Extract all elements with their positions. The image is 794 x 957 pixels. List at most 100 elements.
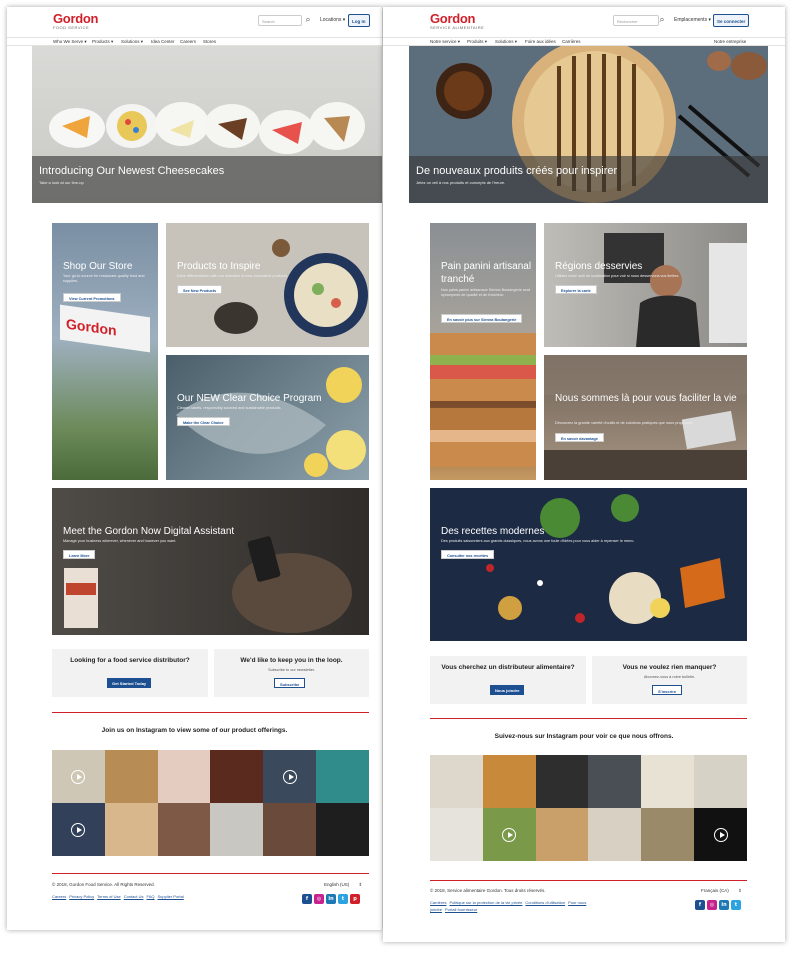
instagram-photo[interactable] (52, 750, 105, 803)
language-select[interactable]: English (US) ⇕ (324, 882, 362, 888)
instagram-photo[interactable] (210, 750, 264, 803)
view-promotions-button[interactable]: View Current Promotions (63, 293, 121, 302)
tile-text: Your go-to source for restaurant-quality… (63, 274, 145, 283)
tile-products-to-inspire[interactable]: Products to Inspire Drive differentiatio… (166, 223, 369, 347)
twitter-icon[interactable]: t (338, 894, 348, 904)
nav-produits[interactable]: Produits ▾ (467, 39, 487, 45)
tile-recettes-modernes[interactable]: Des recettes modernes Des produits saiso… (430, 488, 747, 641)
instagram-photo[interactable] (104, 803, 158, 856)
facebook-icon[interactable]: f (302, 894, 312, 904)
instagram-heading: Suivez-nous sur Instagram pour voir ce q… (494, 733, 674, 740)
pinterest-icon[interactable]: p (350, 894, 360, 904)
consulter-recettes-button[interactable]: Consulter nos recettes (441, 550, 495, 559)
learn-more-button[interactable]: Learn More (63, 550, 96, 559)
tile-text: Découvrez la grande variété d'outils et … (555, 421, 694, 425)
subscribe-button[interactable]: Subscribe (274, 678, 306, 688)
search-icon[interactable]: ⌕ (657, 15, 667, 26)
tile-clear-choice[interactable]: Our NEW Clear Choice Program Cleaner lab… (166, 355, 369, 480)
login-button[interactable]: Se connecter (713, 14, 750, 27)
hero-banner[interactable]: De nouveaux produits créés pour inspirer… (409, 46, 768, 203)
search-icon[interactable]: ⌕ (303, 15, 313, 26)
nav-stores[interactable]: Stores (203, 39, 216, 44)
instagram-photo[interactable] (535, 755, 589, 808)
instagram-icon[interactable]: ◎ (707, 900, 717, 910)
footer-link[interactable]: Portail fournisseur (445, 907, 477, 912)
nav-products[interactable]: Products ▾ (92, 39, 113, 45)
linkedin-icon[interactable]: in (719, 900, 729, 910)
instagram-photo[interactable] (588, 808, 642, 861)
footer-link[interactable]: Politique sur la protection de la vie pr… (449, 900, 522, 905)
instagram-photo[interactable] (694, 808, 747, 861)
instagram-photo[interactable] (641, 808, 695, 861)
instagram-photo[interactable] (482, 808, 536, 861)
hero-subtitle[interactable]: Take a look at our line-up (39, 180, 84, 185)
instagram-photo[interactable] (641, 755, 695, 808)
footer-link[interactable]: Terms of Use (97, 894, 121, 899)
see-new-products-button[interactable]: See New Products (177, 285, 223, 294)
instagram-photo[interactable] (430, 755, 483, 808)
tile-regions-desservies[interactable]: Régions desservies Utilisez notre outil … (544, 223, 747, 347)
nav-notre-service[interactable]: Notre service ▾ (430, 39, 460, 45)
nav-careers[interactable]: Careers (180, 39, 196, 44)
tile-shop-our-store[interactable]: Gordon Shop Our Store Your go-to source … (52, 223, 158, 480)
tile-title: Products to Inspire (177, 261, 261, 272)
gordon-logo[interactable]: Gordon FOOD SERVICE (53, 12, 98, 30)
footer-link[interactable]: Contact Us (124, 894, 144, 899)
facebook-icon[interactable]: f (695, 900, 705, 910)
instagram-photo[interactable] (157, 750, 211, 803)
locations-menu[interactable]: Locations ▾ (320, 17, 345, 23)
hero-caption-bar: De nouveaux produits créés pour inspirer… (409, 156, 768, 203)
hero-banner[interactable]: Introducing Our Newest Cheesecakes Take … (32, 46, 382, 203)
nav-foire-aux-idees[interactable]: Foire aux idées (525, 39, 556, 44)
instagram-photo[interactable] (535, 808, 589, 861)
nav-carrieres[interactable]: Carrières (562, 39, 581, 44)
footer-link[interactable]: Supplier Portal (158, 894, 184, 899)
sienna-boulangerie-button[interactable]: En savoir plus sur Sienna Boulangerie (441, 314, 523, 323)
en-savoir-davantage-button[interactable]: En savoir davantage (555, 433, 604, 442)
sinscrire-button[interactable]: S'inscrire (652, 685, 683, 695)
footer-link[interactable]: Careers (52, 894, 66, 899)
instagram-photo[interactable] (588, 755, 642, 808)
footer-link[interactable]: Privacy Policy (69, 894, 94, 899)
nav-who-we-serve[interactable]: Who We Serve ▾ (53, 39, 87, 45)
instagram-photo[interactable] (263, 750, 317, 803)
gordon-logo[interactable]: Gordon SERVICE ALIMENTAIRE (430, 12, 484, 30)
tile-pain-panini[interactable]: Pain panini artisanal tranché Nos pains … (430, 223, 536, 480)
login-button[interactable]: Log In (348, 14, 370, 27)
nav-notre-entreprise[interactable]: Notre entreprise (714, 39, 746, 44)
french-page: Gordon SERVICE ALIMENTAIRE Rechercher ⌕ … (383, 7, 785, 942)
play-icon (713, 827, 728, 842)
explorer-carte-button[interactable]: Explorer la carte (555, 285, 597, 294)
nav-solutions[interactable]: Solutions ▾ (495, 39, 517, 45)
instagram-photo[interactable] (430, 808, 483, 861)
nav-idea-center[interactable]: Idea Center (151, 39, 175, 44)
instagram-photo[interactable] (482, 755, 536, 808)
hero-subtitle[interactable]: Jetez un œil à nos produits et concepts … (416, 180, 505, 185)
instagram-photo[interactable] (263, 803, 317, 856)
instagram-photo[interactable] (157, 803, 211, 856)
instagram-photo[interactable] (52, 803, 105, 856)
instagram-photo[interactable] (316, 750, 369, 803)
instagram-photo[interactable] (210, 803, 264, 856)
linkedin-icon[interactable]: in (326, 894, 336, 904)
instagram-photo[interactable] (694, 755, 747, 808)
footer-link[interactable]: Carrières (430, 900, 446, 905)
tile-digital-assistant[interactable]: Meet the Gordon Now Digital Assistant Ma… (52, 488, 369, 635)
locations-menu[interactable]: Emplacements ▾ (674, 17, 711, 23)
tile-text: Utilisez notre outil de localisation pou… (555, 274, 680, 278)
search-input[interactable]: Rechercher (613, 15, 659, 26)
footer-link[interactable]: Conditions d'utilisation (525, 900, 565, 905)
footer-link[interactable]: FAQ (147, 894, 155, 899)
social-icons: f ◎ in t (695, 900, 741, 910)
search-input[interactable]: Search (258, 15, 302, 26)
language-select[interactable]: Français (CA) ⇕ (701, 888, 742, 894)
instagram-photo[interactable] (316, 803, 369, 856)
instagram-icon[interactable]: ◎ (314, 894, 324, 904)
clear-choice-button[interactable]: Make the Clear Choice (177, 417, 230, 426)
instagram-photo[interactable] (104, 750, 158, 803)
get-started-button[interactable]: Get Started Today (107, 678, 152, 688)
nav-solutions[interactable]: Solutions ▾ (121, 39, 143, 45)
tile-faciliter-vie[interactable]: Nous sommes là pour vous faciliter la vi… (544, 355, 747, 480)
twitter-icon[interactable]: t (731, 900, 741, 910)
nous-joindre-button[interactable]: Nous joindre (490, 685, 525, 695)
